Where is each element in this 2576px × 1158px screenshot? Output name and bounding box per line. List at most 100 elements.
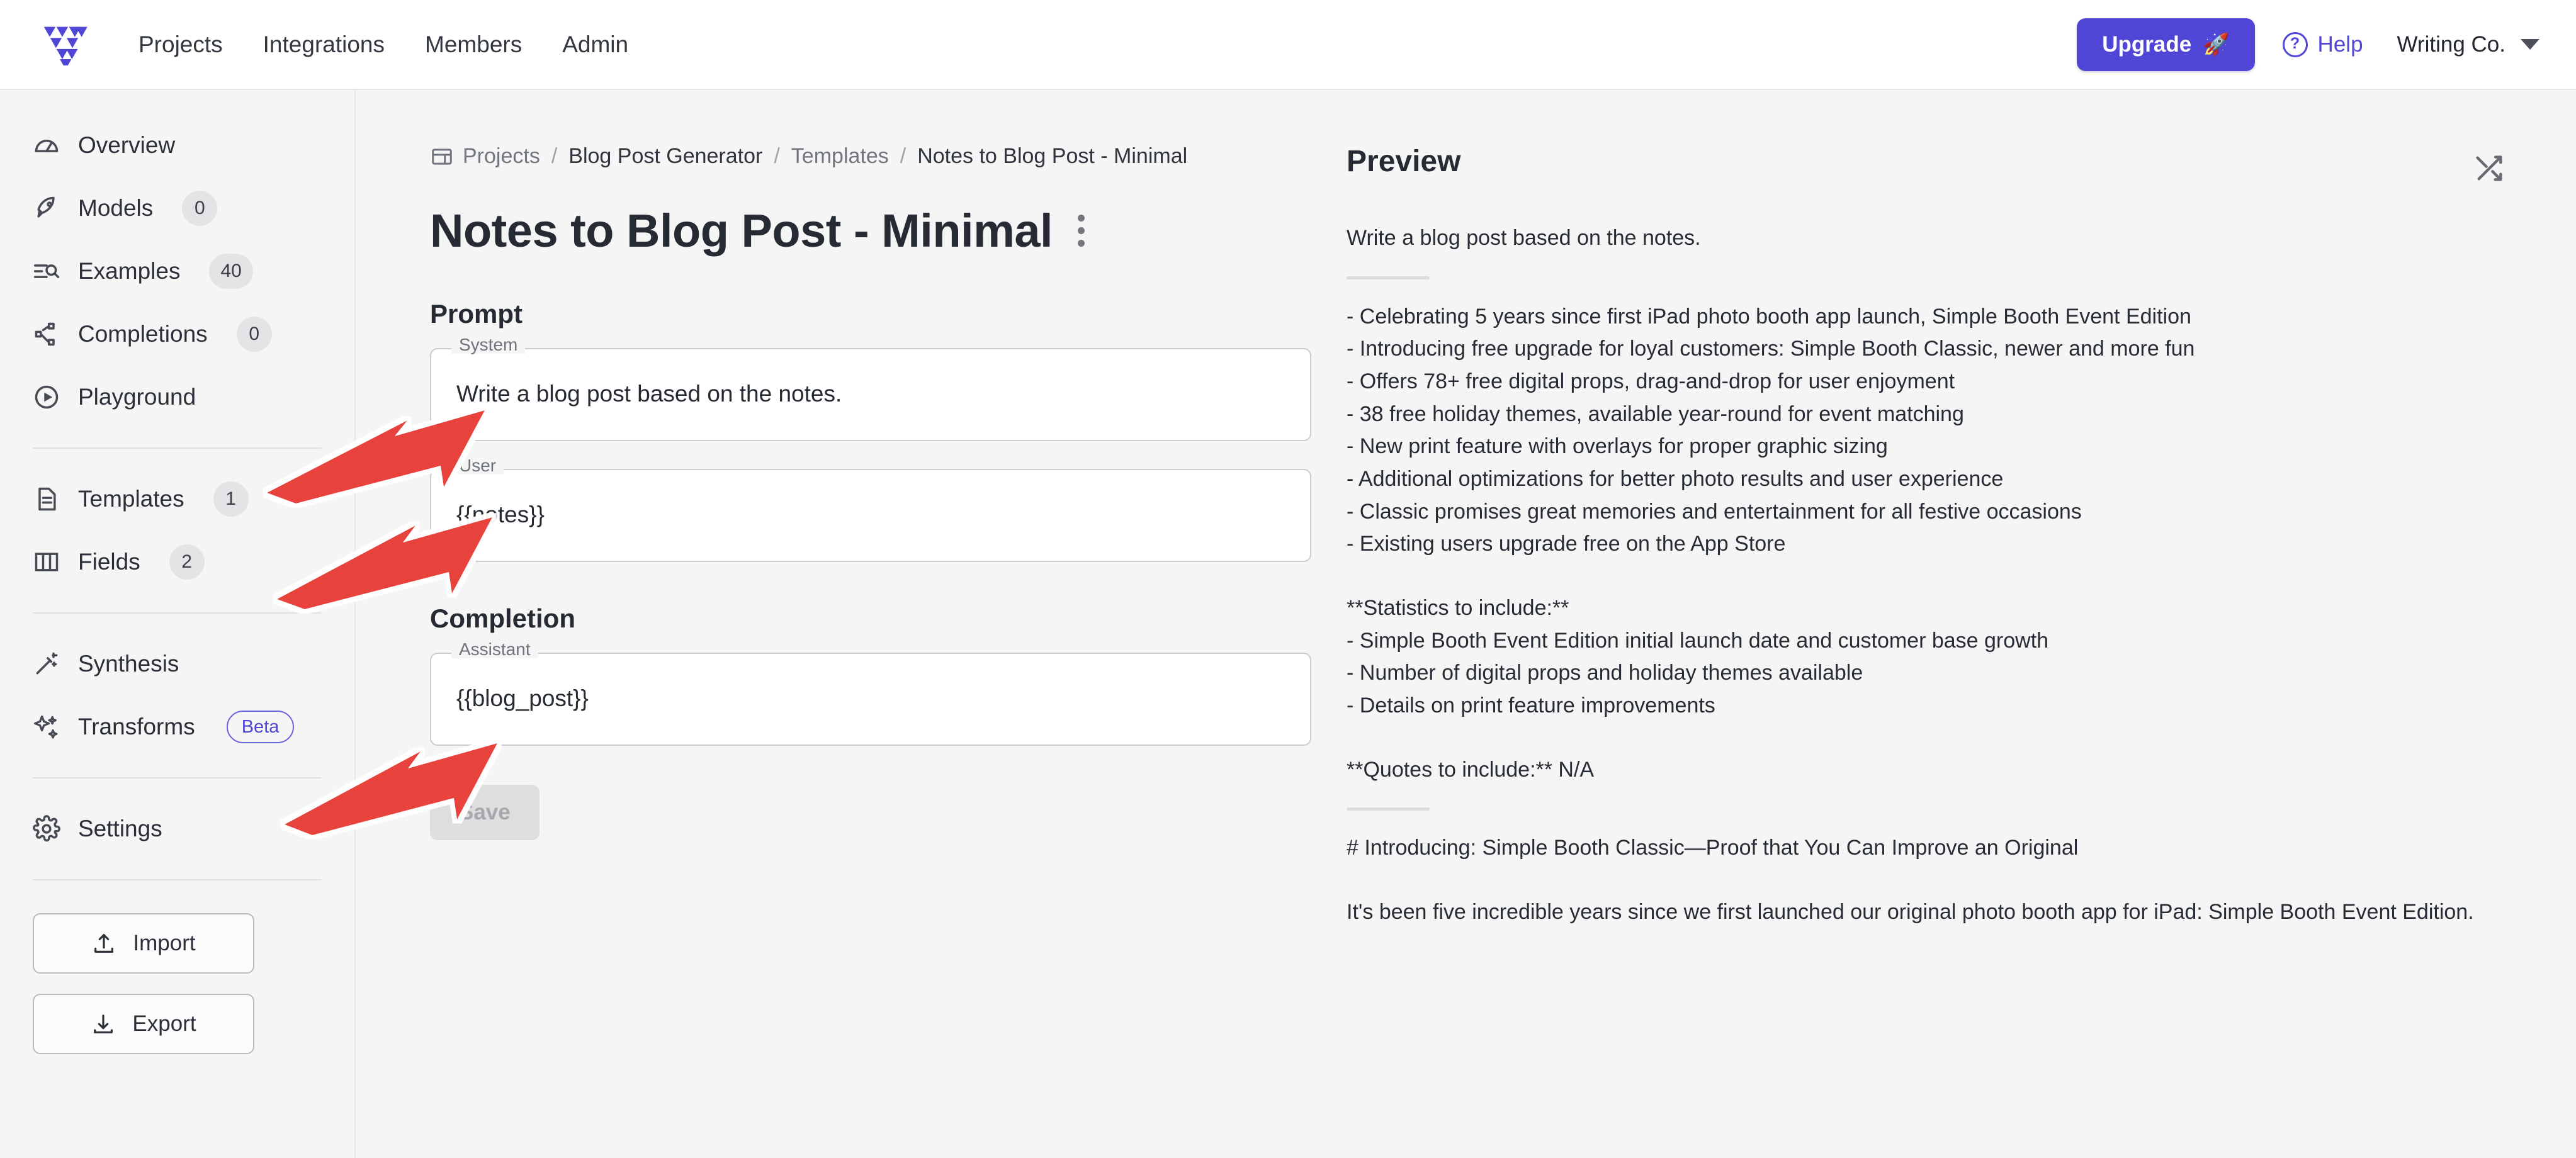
nav-integrations[interactable]: Integrations: [243, 25, 405, 64]
preview-line: - Introducing free upgrade for loyal cus…: [1347, 337, 2195, 361]
sidebar-label: Settings: [78, 816, 162, 841]
preview-line: **Quotes to include:** N/A: [1347, 757, 1595, 782]
chevron-down-icon: [2521, 39, 2539, 50]
app-logo[interactable]: [33, 24, 96, 65]
user-field-value[interactable]: {{notes}}: [430, 469, 1311, 562]
nav-admin[interactable]: Admin: [542, 25, 648, 64]
nav-projects[interactable]: Projects: [118, 25, 243, 64]
upgrade-button[interactable]: Upgrade 🚀: [2077, 18, 2255, 71]
sidebar-item-synthesis[interactable]: Synthesis: [0, 632, 354, 695]
preview-line: - 38 free holiday themes, available year…: [1347, 402, 1964, 426]
preview-header: Preview: [1347, 144, 2511, 189]
shuffle-icon[interactable]: [2469, 148, 2511, 189]
sidebar-divider-3: [33, 777, 322, 779]
preview-line: # Introducing: Simple Booth Classic—Proo…: [1347, 836, 2079, 860]
sidebar-item-fields[interactable]: Fields 2: [0, 531, 354, 593]
sidebar-label: Playground: [78, 384, 196, 410]
sidebar-divider-4: [33, 879, 322, 880]
preview-divider: [1347, 276, 1430, 279]
beta-badge: Beta: [226, 711, 295, 743]
breadcrumb-separator: /: [551, 144, 558, 168]
breadcrumb: Projects / Blog Post Generator / Templat…: [430, 144, 1311, 169]
preview-line: - Classic promises great memories and en…: [1347, 499, 2082, 524]
assistant-field-value[interactable]: {{blog_post}}: [430, 653, 1311, 746]
preview-line: Write a blog post based on the notes.: [1347, 226, 1701, 250]
sidebar-label: Templates: [78, 486, 184, 512]
primary-nav: Projects Integrations Members Admin: [118, 25, 648, 64]
rocket-icon: 🚀: [2203, 32, 2230, 57]
sidebar-item-settings[interactable]: Settings: [0, 797, 354, 860]
sidebar-label: Synthesis: [78, 651, 179, 677]
breadcrumb-project[interactable]: Blog Post Generator: [568, 144, 762, 169]
columns-icon: [33, 548, 60, 576]
save-button[interactable]: Save: [430, 785, 539, 840]
system-field-value[interactable]: Write a blog post based on the notes.: [430, 348, 1311, 441]
user-field[interactable]: User {{notes}}: [430, 457, 1311, 562]
preview-line: - New print feature with overlays for pr…: [1347, 434, 1888, 459]
main-content: Projects / Blog Post Generator / Templat…: [356, 90, 2576, 1158]
sidebar-item-transforms[interactable]: Transforms Beta: [0, 695, 354, 758]
nav-members[interactable]: Members: [405, 25, 542, 64]
export-button[interactable]: Export: [33, 994, 254, 1054]
sidebar-item-overview[interactable]: Overview: [0, 114, 354, 177]
import-label: Import: [133, 931, 196, 955]
preview-panel: Preview Write a blog post based on the n…: [1311, 90, 2576, 1158]
question-circle-icon: ?: [2282, 31, 2308, 57]
sidebar-item-examples[interactable]: Examples 40: [0, 240, 354, 303]
download-icon: [94, 1015, 113, 1033]
template-editor: Projects / Blog Post Generator / Templat…: [356, 90, 1311, 1158]
sidebar-item-templates[interactable]: Templates 1: [0, 468, 354, 531]
breadcrumb-current: Notes to Blog Post - Minimal: [917, 144, 1188, 168]
sparkles-icon: [33, 713, 60, 741]
preview-spacer: [1347, 865, 2511, 896]
system-field-label: System: [451, 336, 526, 354]
system-field[interactable]: System Write a blog post based on the no…: [430, 336, 1311, 441]
help-link[interactable]: ? Help: [2282, 31, 2363, 57]
breadcrumb-templates[interactable]: Templates: [791, 144, 889, 169]
import-export-group: Import Export: [0, 913, 354, 1054]
breadcrumb-separator: /: [774, 144, 780, 168]
sidebar: Overview Models 0 Examples 40 Completion…: [0, 90, 356, 1158]
dashboard-icon: [430, 145, 454, 169]
preview-content: Write a blog post based on the notes. - C…: [1347, 222, 2511, 929]
completion-heading: Completion: [430, 604, 575, 633]
sidebar-item-completions[interactable]: Completions 0: [0, 303, 354, 366]
preview-spacer: [1347, 722, 2511, 754]
triangle-logo: [43, 26, 88, 65]
import-button[interactable]: Import: [33, 913, 254, 974]
assistant-field[interactable]: Assistant {{blog_post}}: [430, 641, 1311, 746]
preview-line: - Details on print feature improvements: [1347, 694, 1715, 718]
preview-line: It's been five incredible years since we…: [1347, 900, 2474, 925]
kebab-menu-icon[interactable]: [1071, 207, 1091, 254]
preview-divider: [1347, 807, 1430, 811]
sidebar-label: Transforms: [78, 714, 195, 739]
sidebar-label: Overview: [78, 132, 176, 158]
sidebar-item-playground[interactable]: Playground: [0, 366, 354, 429]
sidebar-item-models[interactable]: Models 0: [0, 177, 354, 240]
preview-line: - Existing users upgrade free on the App…: [1347, 532, 1786, 556]
preview-title: Preview: [1347, 145, 1461, 178]
sidebar-label: Fields: [78, 549, 140, 575]
rocket-icon: [33, 194, 60, 222]
top-header-bar: Projects Integrations Members Admin Upgr…: [0, 0, 2576, 90]
preview-line: **Statistics to include:**: [1347, 596, 1569, 621]
prompt-heading: Prompt: [430, 299, 523, 329]
sidebar-divider-2: [33, 612, 322, 614]
breadcrumb-projects[interactable]: Projects: [463, 144, 540, 169]
sidebar-divider-1: [33, 447, 322, 449]
magic-wand-icon: [33, 650, 60, 678]
page-title: Notes to Blog Post - Minimal: [430, 205, 1053, 257]
upgrade-label: Upgrade: [2102, 31, 2192, 57]
user-field-label: User: [451, 457, 504, 475]
sidebar-label: Examples: [78, 258, 181, 284]
gauge-icon: [33, 132, 60, 159]
share-nodes-icon: [33, 320, 60, 348]
sidebar-badge: 40: [209, 254, 253, 289]
document-icon: [33, 485, 60, 513]
preview-line: - Simple Booth Event Edition initial lau…: [1347, 628, 2049, 653]
preview-line: - Celebrating 5 years since first iPad p…: [1347, 304, 2191, 329]
assistant-field-label: Assistant: [451, 641, 538, 658]
sidebar-badge: 0: [182, 191, 218, 226]
account-menu[interactable]: Writing Co.: [2397, 32, 2539, 57]
sidebar-badge: 2: [169, 544, 205, 580]
